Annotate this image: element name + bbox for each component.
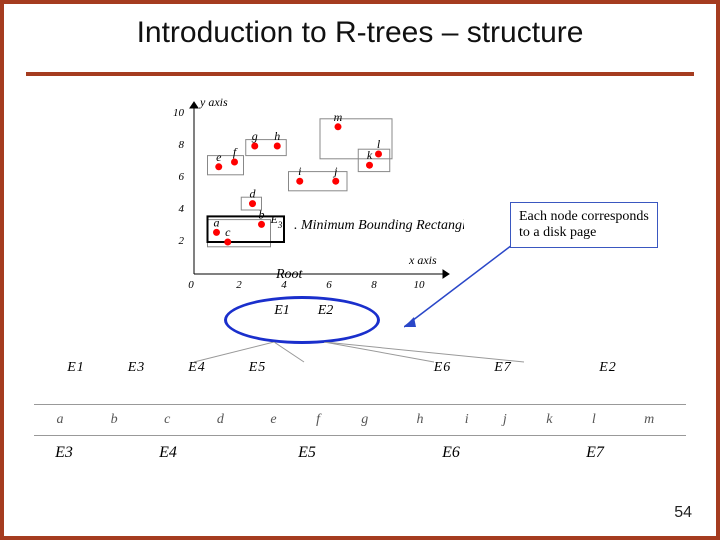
svg-text:g: g (252, 129, 258, 143)
leaf-cell: d (193, 411, 248, 429)
leaf-cell: c (142, 411, 193, 429)
disk-page-note: Each node corresponds to a disk page (510, 202, 658, 248)
root-label: Root (276, 267, 302, 283)
svg-text:8: 8 (179, 139, 185, 151)
svg-text:10: 10 (414, 279, 426, 291)
leaf-entries-strip: abcdefghijklm (34, 404, 686, 436)
svg-text:d: d (250, 187, 257, 201)
slide-title: Introduction to R-trees – structure (4, 16, 716, 50)
mbr-caption: . Minimum Bounding Rectangle (MBR) (294, 218, 464, 233)
svg-text:c: c (225, 225, 231, 239)
svg-text:h: h (274, 129, 280, 143)
leaf-cell: g (337, 411, 392, 429)
leaf-cell: a (34, 411, 87, 429)
svg-text:0: 0 (188, 279, 194, 291)
y-axis-label: y axis (199, 95, 228, 109)
leaf-cell: b (87, 411, 142, 429)
title-rule (26, 72, 694, 76)
svg-text:2: 2 (179, 235, 185, 247)
svg-text:6: 6 (179, 171, 185, 183)
leaf-cell: m (613, 411, 686, 429)
page-number: 54 (674, 504, 692, 522)
y-ticks: 2 4 6 8 10 (173, 107, 185, 247)
svg-text:i: i (298, 164, 301, 178)
svg-text:k: k (367, 148, 373, 162)
leaf-cell: i (448, 411, 486, 429)
svg-text:f: f (233, 145, 238, 159)
svg-text:e: e (216, 150, 222, 164)
svg-text:10: 10 (173, 107, 185, 119)
leaf-cell: j (486, 411, 524, 429)
svg-text:8: 8 (371, 279, 377, 291)
leaf-cell: l (575, 411, 613, 429)
svg-text:4: 4 (179, 203, 185, 215)
leaf-cell: f (299, 411, 337, 429)
root-child-e1: E1 (262, 303, 302, 319)
e3-label: E3 (270, 212, 283, 230)
x-axis-label: x axis (408, 253, 437, 267)
svg-text:m: m (334, 110, 343, 124)
svg-text:b: b (259, 207, 265, 221)
leaf-cell: k (524, 411, 575, 429)
svg-text:a: a (214, 215, 220, 229)
level2-entries: E1 E3 E4 E5 E6 E7 E2 (48, 360, 636, 376)
leaf-group-labels: E3 E4 E5 E6 E7 (34, 444, 660, 462)
x-ticks: 0 2 4 6 8 10 (188, 279, 425, 291)
root-children: E1 E2 (262, 303, 346, 319)
root-child-e2: E2 (306, 303, 346, 319)
leaf-cell: h (392, 411, 447, 429)
leaf-cell: e (248, 411, 299, 429)
svg-text:2: 2 (236, 279, 242, 291)
svg-text:6: 6 (326, 279, 332, 291)
